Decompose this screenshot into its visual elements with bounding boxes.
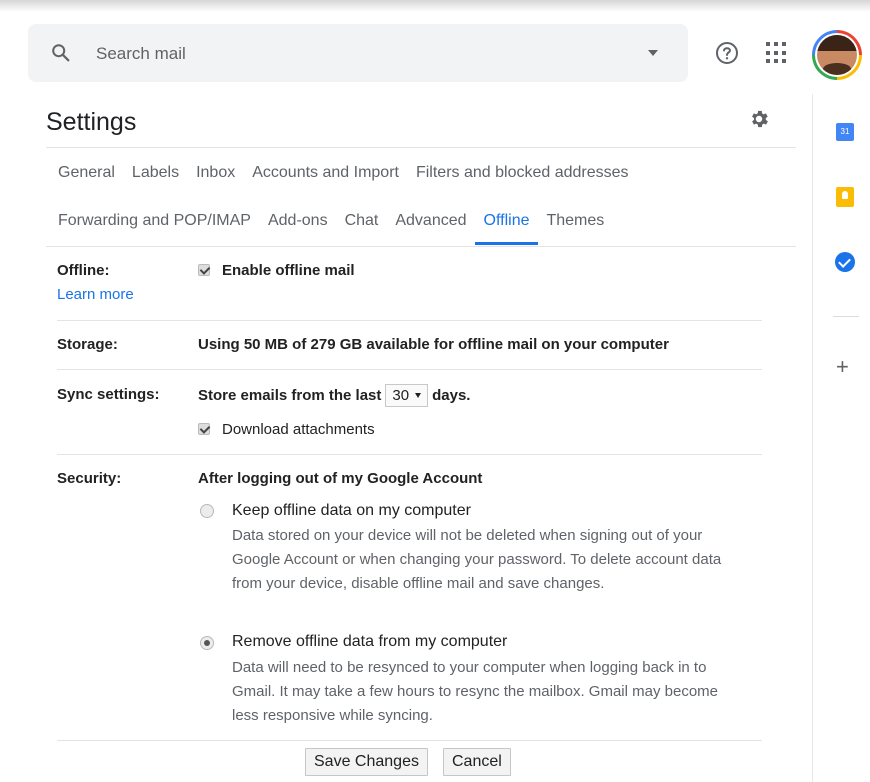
save-changes-button[interactable]: Save Changes bbox=[305, 748, 428, 776]
tab-offline[interactable]: Offline bbox=[474, 212, 539, 245]
remove-offline-data-radio[interactable] bbox=[200, 636, 214, 650]
help-icon[interactable] bbox=[714, 40, 740, 66]
tab-row-1: General Labels Inbox Accounts and Import Fil… bbox=[58, 164, 646, 182]
tab-advanced[interactable]: Advanced bbox=[395, 212, 466, 230]
keep-icon[interactable] bbox=[836, 187, 854, 207]
download-attachments-label: Download attachments bbox=[222, 421, 375, 438]
tasks-icon[interactable] bbox=[835, 252, 855, 272]
sync-settings-label: Sync settings: bbox=[57, 386, 160, 403]
download-attachments-row: Download attachments bbox=[198, 421, 375, 438]
tabs-divider bbox=[46, 246, 796, 247]
tab-themes[interactable]: Themes bbox=[546, 212, 604, 230]
storage-label: Storage: bbox=[57, 336, 118, 353]
tab-labels[interactable]: Labels bbox=[132, 164, 179, 182]
tab-add-ons[interactable]: Add-ons bbox=[268, 212, 328, 230]
header-divider bbox=[46, 147, 796, 148]
sync-days-select[interactable]: 30 bbox=[385, 384, 429, 407]
learn-more-link[interactable]: Learn more bbox=[57, 286, 134, 303]
tab-forwarding-pop-imap[interactable]: Forwarding and POP/IMAP bbox=[58, 212, 251, 230]
search-input[interactable]: Search mail bbox=[96, 44, 186, 64]
cancel-button[interactable]: Cancel bbox=[443, 748, 511, 776]
row-divider bbox=[57, 369, 762, 370]
side-panel: 31 + bbox=[812, 94, 870, 782]
sync-prefix-text: Store emails from the last bbox=[198, 387, 382, 404]
tab-inbox[interactable]: Inbox bbox=[196, 164, 235, 182]
offline-label: Offline: bbox=[57, 262, 110, 279]
row-divider bbox=[57, 320, 762, 321]
sync-days-row: Store emails from the last 30 days. bbox=[198, 384, 470, 407]
row-divider bbox=[57, 454, 762, 455]
enable-offline-checkbox[interactable] bbox=[198, 264, 210, 276]
chevron-down-icon bbox=[415, 393, 422, 398]
download-attachments-checkbox[interactable] bbox=[198, 423, 210, 435]
tab-general[interactable]: General bbox=[58, 164, 115, 182]
enable-offline-row: Enable offline mail bbox=[198, 262, 355, 279]
storage-text: Using 50 MB of 279 GB available for offl… bbox=[198, 336, 669, 353]
security-label: Security: bbox=[57, 470, 122, 487]
remove-offline-data-title: Remove offline data from my computer bbox=[232, 633, 508, 650]
sync-days-value: 30 bbox=[392, 387, 410, 404]
keep-offline-data-title: Keep offline data on my computer bbox=[232, 502, 471, 519]
gear-icon[interactable] bbox=[748, 108, 770, 130]
avatar[interactable] bbox=[812, 30, 862, 80]
search-bar[interactable]: Search mail bbox=[28, 24, 688, 82]
page-title: Settings bbox=[46, 108, 137, 136]
remove-offline-data-description: Data will need to be resynced to your co… bbox=[232, 659, 719, 724]
plus-icon[interactable]: + bbox=[836, 356, 849, 378]
sync-suffix-text: days. bbox=[432, 387, 471, 404]
enable-offline-label: Enable offline mail bbox=[222, 262, 355, 279]
tab-accounts-and-import[interactable]: Accounts and Import bbox=[252, 164, 399, 182]
security-heading: After logging out of my Google Account bbox=[198, 470, 483, 487]
side-panel-divider bbox=[833, 316, 859, 317]
keep-offline-data-radio[interactable] bbox=[200, 504, 214, 518]
tab-chat[interactable]: Chat bbox=[345, 212, 379, 230]
tab-filters-and-blocked-addresses[interactable]: Filters and blocked addresses bbox=[416, 164, 629, 182]
row-divider bbox=[57, 740, 762, 741]
tab-row-2: Forwarding and POP/IMAP Add-ons Chat Advanc… bbox=[58, 212, 621, 245]
top-shadow bbox=[0, 0, 870, 12]
calendar-icon[interactable]: 31 bbox=[836, 123, 854, 141]
apps-grid-icon[interactable] bbox=[766, 42, 788, 64]
search-icon[interactable] bbox=[50, 42, 72, 64]
search-options-dropdown-icon[interactable] bbox=[648, 50, 658, 56]
keep-offline-data-description: Data stored on your device will not be d… bbox=[232, 527, 722, 592]
